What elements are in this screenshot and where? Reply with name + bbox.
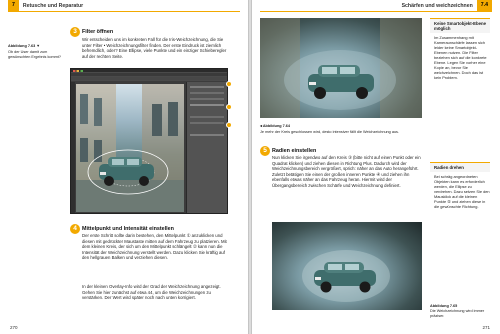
step-body-midpoint-1: Der erste Schritt sollte darin bestehen,… — [82, 233, 227, 261]
street-photo-canvas — [76, 84, 184, 212]
header-rule — [260, 11, 492, 12]
figure-caption-block: Abbildung 7.65 Die Weichzeichnung wird i… — [430, 304, 490, 318]
callout-marker — [226, 81, 232, 87]
step-heading-filter: Filter öffnen — [82, 29, 114, 35]
figure-caption-title: ◂ Abbildung 7.64 — [260, 124, 291, 128]
chapter-number: 7 — [8, 0, 19, 11]
header-rule — [8, 11, 240, 12]
step-body-radii: Nun klicken Sie irgendwo auf den Kreis ③… — [272, 155, 421, 188]
sidebar-title: Keine Smartobjekt-Ebene möglich — [430, 18, 490, 34]
callout-marker — [226, 104, 232, 110]
sidebar-body: Im Zusammenhang mit Kameraunschärfe lass… — [434, 35, 487, 81]
sidebar-box: Radien drehen Bei schräg angeordneten Ob… — [430, 162, 490, 211]
photoshop-screenshot — [70, 68, 228, 214]
blur-tools-panel — [186, 82, 227, 213]
tools-panel — [71, 82, 75, 213]
page-number-right: 271 — [482, 325, 490, 330]
page-number-left: 270 — [10, 325, 18, 330]
chapter-title: Schärfen und weichzeichnen — [401, 2, 473, 9]
sidebar-title: Radien drehen — [430, 162, 490, 173]
sidebar-body: Bei schräg angeordneten Objekten kann es… — [434, 174, 490, 210]
step-body-midpoint-2: In der kleinen Overlay-Info wird der Gra… — [82, 284, 221, 301]
figure-caption-text: Ob der User damit zum gewünschten Ergebn… — [8, 50, 61, 59]
left-page: 7 Retusche und Reparatur Abbildung 7.63 … — [0, 0, 248, 334]
step-heading-midpoint: Mittelpunkt und Intensität einstellen — [82, 226, 174, 232]
figure-caption-text: Je mehr der Kreis geschlossen wird, dest… — [260, 130, 400, 134]
step-body-filter: Wir entscheiden uns im konkreten Fall fü… — [82, 37, 227, 59]
step-number-3: 3 — [70, 27, 80, 37]
tab-bar — [71, 77, 227, 81]
right-running-header: Schärfen und weichzeichnen 7.4 — [260, 0, 492, 11]
figure-7-65-photo — [272, 222, 422, 310]
figure-caption-title: Abbildung 7.63 ▼ — [8, 44, 41, 48]
sidebar-box: Keine Smartobjekt-Ebene möglich Im Zusam… — [430, 18, 490, 82]
step-number-5: 5 — [260, 146, 270, 156]
step-number-4: 4 — [70, 224, 80, 234]
right-page: Schärfen und weichzeichnen 7.4 Keine Sma… — [252, 0, 500, 334]
left-running-header: 7 Retusche und Reparatur — [8, 0, 240, 11]
step-heading-radii: Radien einstellen — [272, 148, 317, 154]
figure-7-64-photo — [260, 18, 422, 118]
figure-caption-text: Die Weichzeichnung wird immer präziser. — [430, 308, 485, 318]
chapter-title: Retusche und Reparatur — [22, 2, 84, 9]
callout-marker — [226, 122, 232, 128]
chapter-number: 7.4 — [476, 0, 492, 11]
